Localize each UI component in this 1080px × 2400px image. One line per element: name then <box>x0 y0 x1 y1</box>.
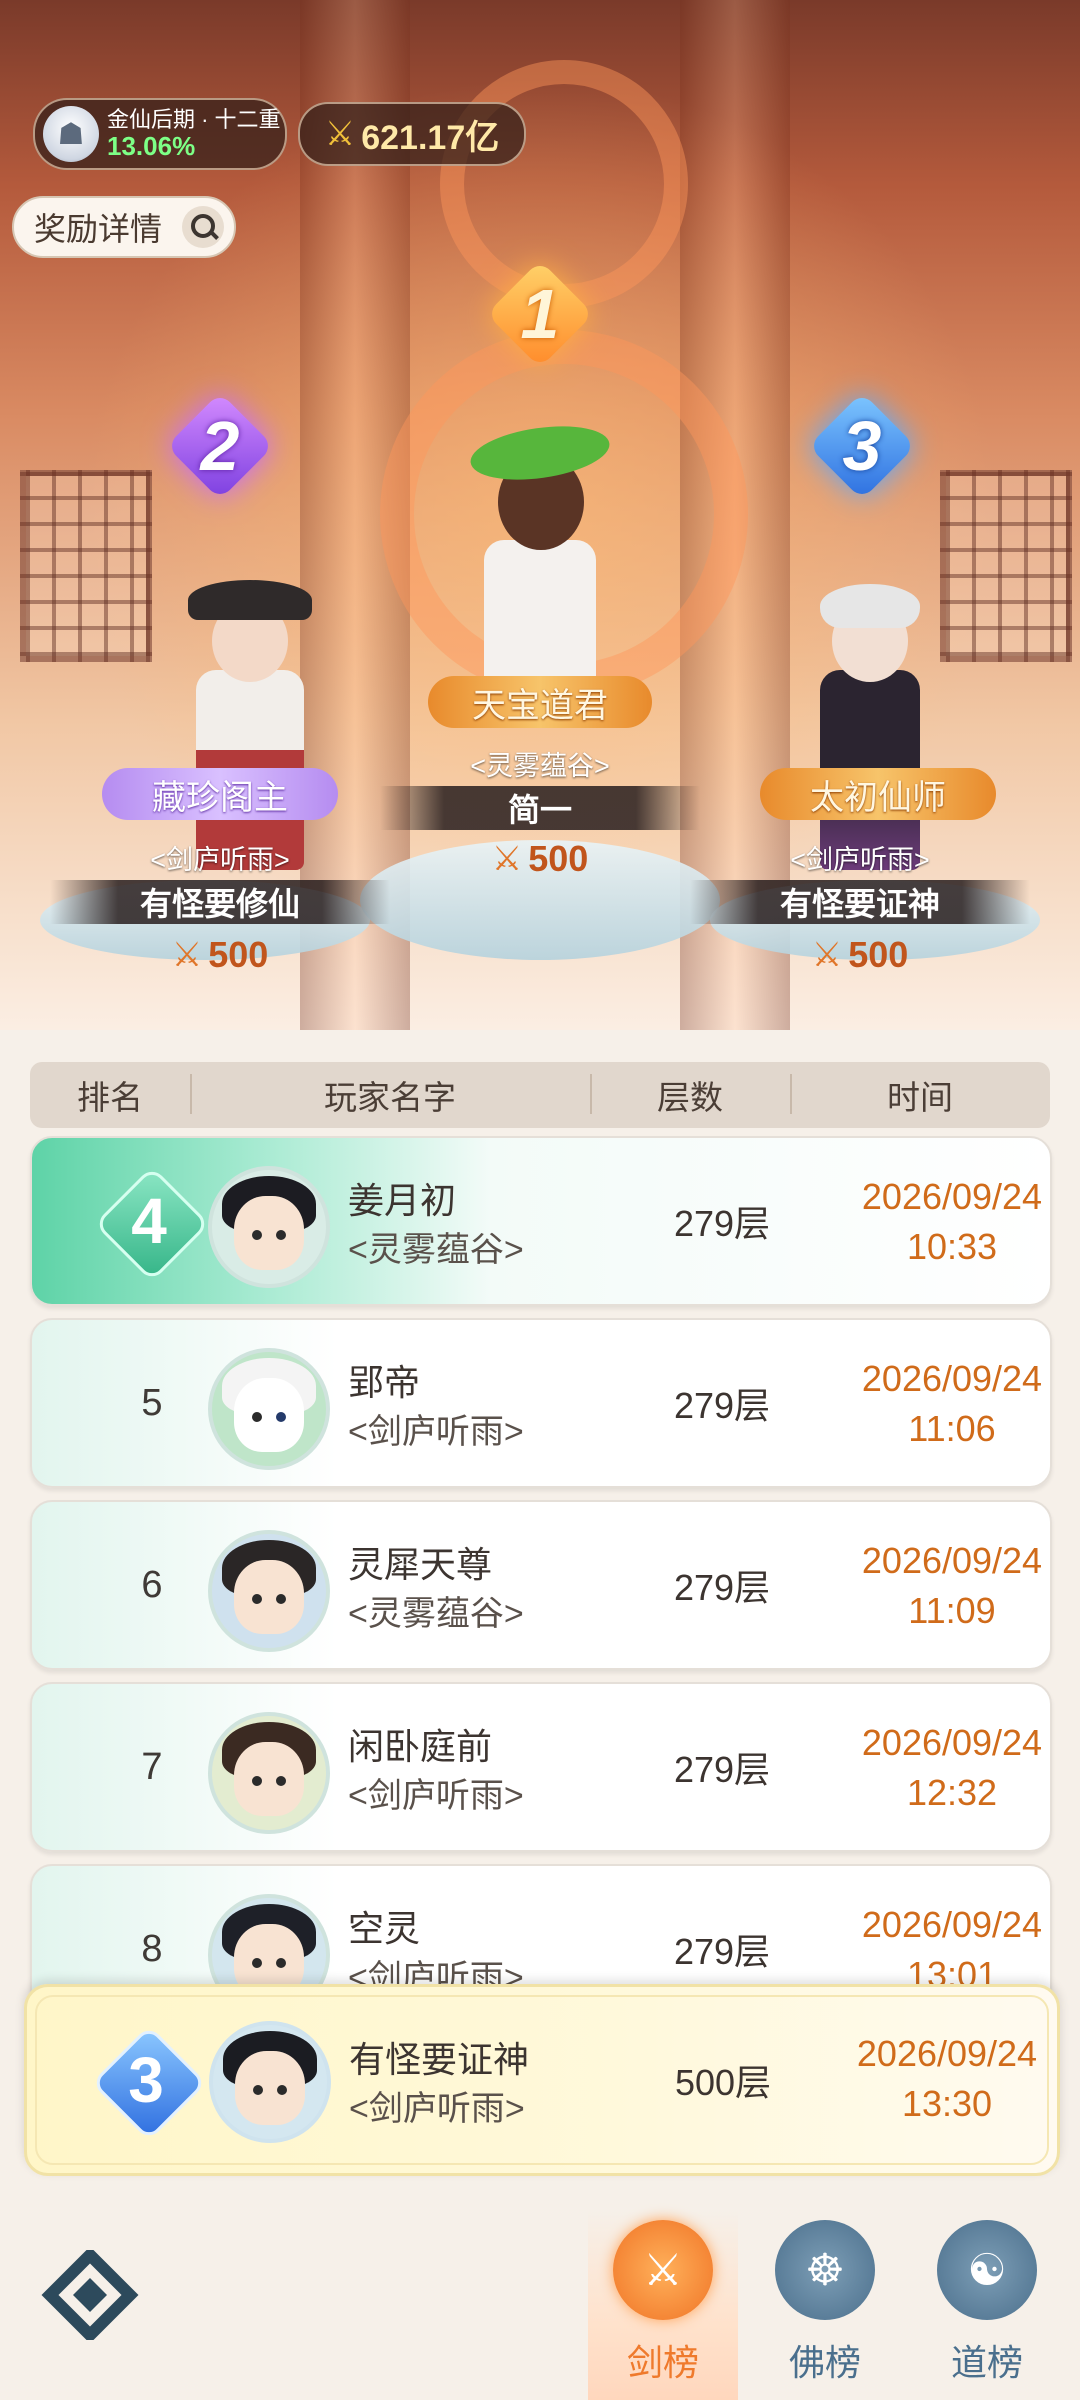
score-1: ⚔ 500 <box>491 838 589 879</box>
table-row[interactable]: 4 姜月初 <灵雾蕴谷> 279层 2026/09/24 10:33 <box>30 1136 1052 1306</box>
title-plate-2: 藏珍阁主 <box>102 768 338 820</box>
avatar[interactable] <box>208 1166 330 1288</box>
reward-details-button[interactable]: 奖励详情 <box>12 196 236 258</box>
avatar[interactable] <box>208 1530 330 1652</box>
avatar[interactable] <box>209 2021 331 2143</box>
player-name: 闲卧庭前 <box>348 1726 493 1767</box>
player-name: 空灵 <box>348 1908 421 1949</box>
timestamp: 2026/09/24 11:06 <box>861 1358 1043 1449</box>
rank-badge-1: 1 <box>486 260 594 368</box>
magnifier-icon <box>182 206 224 248</box>
ranking-table-header: 排名 玩家名字 层数 时间 <box>30 1062 1050 1128</box>
realm-status[interactable]: ☗ 金仙后期 · 十二重 13.06% <box>33 98 287 170</box>
buddha-banner-icon: ☸ <box>775 2220 875 2320</box>
column-rank: 排名 <box>77 1079 143 1116</box>
crossed-swords-icon: ⚔ <box>171 936 203 974</box>
timestamp: 2026/09/24 12:32 <box>861 1722 1043 1813</box>
player-sect: <剑庐听雨> <box>348 1777 524 1815</box>
rank-badge-3: 3 <box>808 392 916 500</box>
column-player-name: 玩家名字 <box>324 1079 456 1116</box>
column-time: 时间 <box>887 1079 953 1116</box>
rank-number: 6 <box>141 1563 163 1606</box>
sect-label-3: <剑庐听雨> <box>790 845 930 875</box>
crossed-swords-icon: ⚔ <box>324 115 356 153</box>
sect-label-1: <灵雾蕴谷> <box>470 751 610 781</box>
player-sect: <剑庐听雨> <box>348 1413 524 1451</box>
table-row[interactable]: 6 灵犀天尊 <灵雾蕴谷> 279层 2026/09/24 11:09 <box>30 1500 1052 1670</box>
sect-label-2: <剑庐听雨> <box>150 845 290 875</box>
taiji-banner-icon: ☯ <box>937 2220 1037 2320</box>
sword-banner-icon: ⚔ <box>613 2220 713 2320</box>
player-name-2[interactable]: 有怪要修仙 <box>50 880 390 924</box>
player-name: 姜月初 <box>348 1180 457 1221</box>
my-player-sect: <剑庐听雨> <box>349 2090 525 2128</box>
avatar[interactable] <box>208 1348 330 1470</box>
player-name: 灵犀天尊 <box>348 1544 493 1585</box>
timestamp: 2026/09/24 11:09 <box>861 1540 1043 1631</box>
rank-badge-2: 2 <box>166 392 274 500</box>
realm-name: 金仙后期 · 十二重 <box>107 106 281 132</box>
my-rank-badge: 3 <box>91 2025 207 2141</box>
rank-badge-4: 4 <box>94 1166 210 1282</box>
realm-progress: 13.06% <box>107 130 196 161</box>
table-row[interactable]: 7 闲卧庭前 <剑庐听雨> 279层 2026/09/24 12:32 <box>30 1682 1052 1852</box>
menu-icon[interactable] <box>40 2246 140 2344</box>
tab-dao-ranking[interactable]: ☯ 道榜 <box>912 2210 1062 2400</box>
player-name-3[interactable]: 有怪要证神 <box>690 880 1030 924</box>
score-3: ⚔ 500 <box>811 934 909 975</box>
player-name-1[interactable]: 简一 <box>380 786 700 830</box>
rank-number: 7 <box>141 1745 163 1788</box>
rank-number: 5 <box>141 1381 163 1424</box>
my-rank-row[interactable]: 3 有怪要证神 <剑庐听雨> 500层 2026/09/24 13:30 <box>24 1984 1060 2176</box>
character-rank-1[interactable] <box>440 418 640 720</box>
tab-buddha-ranking[interactable]: ☸ 佛榜 <box>750 2210 900 2400</box>
score-2: ⚔ 500 <box>171 934 269 975</box>
reward-details-label: 奖励详情 <box>34 211 163 247</box>
timestamp: 2026/09/24 10:33 <box>861 1176 1043 1267</box>
title-plate-3: 太初仙师 <box>760 768 996 820</box>
power-display[interactable]: ⚔ 621.17亿 <box>298 102 526 166</box>
player-sect: <灵雾蕴谷> <box>348 1231 524 1269</box>
crossed-swords-icon: ⚔ <box>811 936 843 974</box>
tab-sword-ranking[interactable]: ⚔ 剑榜 <box>588 2210 738 2400</box>
column-floors: 层数 <box>657 1079 723 1116</box>
background-window <box>20 470 152 662</box>
power-value: 621.17亿 <box>361 118 500 157</box>
avatar[interactable] <box>208 1712 330 1834</box>
player-name: 郢帝 <box>348 1362 421 1403</box>
title-plate-1: 天宝道君 <box>428 676 652 728</box>
crossed-swords-icon: ⚔ <box>491 840 523 878</box>
realm-avatar-icon: ☗ <box>43 106 99 162</box>
my-timestamp: 2026/09/24 13:30 <box>856 2033 1038 2124</box>
table-row[interactable]: 5 郢帝 <剑庐听雨> 279层 2026/09/24 11:06 <box>30 1318 1052 1488</box>
player-sect: <灵雾蕴谷> <box>348 1595 524 1633</box>
my-player-name: 有怪要证神 <box>349 2039 530 2080</box>
